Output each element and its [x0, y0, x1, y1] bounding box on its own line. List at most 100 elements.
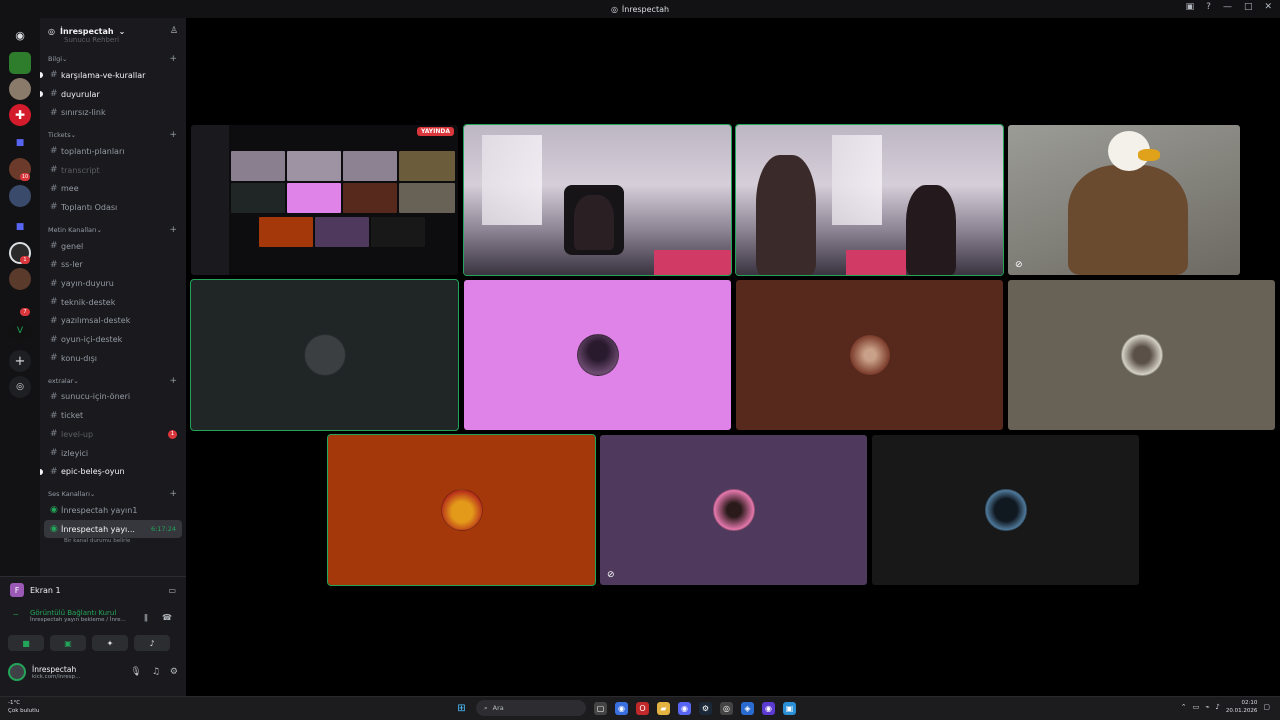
app-icon-4[interactable]: ▣ — [783, 701, 796, 715]
app-icon-3[interactable]: ◉ — [762, 701, 775, 715]
tray-icon[interactable]: ▭ — [1193, 703, 1200, 711]
notification-icon[interactable]: ▢ — [1263, 703, 1270, 711]
video-tile-webcam-1[interactable] — [463, 124, 732, 276]
channel-item[interactable]: # karşılama-ve-kurallar — [40, 66, 186, 85]
category-name: Tickets — [48, 131, 71, 140]
folder-icon[interactable]: ■ — [9, 132, 31, 154]
settings-icon[interactable]: ⚙ — [170, 667, 178, 677]
user-info[interactable]: İnrespectah kick.com/inresp... 🎙︎ ♫ ⚙ — [0, 659, 186, 685]
video-tile-webcam-2[interactable] — [735, 124, 1004, 276]
screen-share-row[interactable]: F Ekran 1 ▭ — [0, 577, 186, 603]
steam-icon[interactable]: ⚙ — [699, 701, 712, 715]
add-channel-icon[interactable]: + — [169, 54, 177, 64]
screen-share-button[interactable]: ▣ — [50, 635, 86, 651]
video-tile-duck[interactable]: ⊘ — [1008, 125, 1240, 275]
channel-item[interactable]: # sunucu-için-öneri — [40, 388, 186, 407]
add-channel-icon[interactable]: + — [169, 489, 177, 499]
server-icon-3[interactable]: ✚ — [9, 104, 31, 126]
video-tile-avatar-3[interactable] — [736, 280, 1003, 430]
add-channel-icon[interactable]: + — [169, 225, 177, 235]
channel-item[interactable]: # Toplantı Odası — [40, 198, 186, 217]
server-icon-6[interactable] — [9, 268, 31, 290]
channel-item[interactable]: # toplantı-planları — [40, 142, 186, 161]
discover-icon[interactable]: ◎ — [9, 376, 31, 398]
server-icon: ◎ — [610, 4, 618, 14]
channel-item[interactable]: # transcript — [40, 161, 186, 180]
voice-channel-item[interactable]: ◉ İnrespectah yayı... 6:17:24 — [44, 519, 182, 539]
screen-popout-icon[interactable]: ▭ — [168, 586, 176, 595]
video-tile-avatar-6[interactable]: ⊘ — [600, 435, 867, 585]
invite-icon[interactable]: ♙ — [170, 26, 178, 36]
channel-item[interactable]: # level-up 1 — [40, 425, 186, 444]
clock[interactable]: 02:10 20.01.2026 — [1226, 699, 1258, 715]
headphones-icon[interactable]: ♫ — [152, 667, 160, 677]
camera-button[interactable]: ■ — [8, 635, 44, 651]
network-icon[interactable]: ⌁ — [1205, 703, 1209, 711]
channel-status[interactable]: Bir kanal durumu belirle — [40, 538, 186, 548]
weather-widget[interactable]: -1°C Çok bulutlu — [8, 699, 39, 715]
video-tile-avatar-2[interactable] — [464, 280, 731, 430]
channel-item[interactable]: # teknik-destek — [40, 293, 186, 312]
add-channel-icon[interactable]: + — [169, 376, 177, 386]
channel-name: toplantı-planları — [61, 146, 125, 156]
channel-item[interactable]: # yazılımsal-destek — [40, 312, 186, 331]
channel-item[interactable]: # duyurular — [40, 85, 186, 104]
hash-icon: # — [50, 165, 58, 176]
username: İnrespectah — [32, 664, 77, 674]
channel-item[interactable]: # mee — [40, 179, 186, 198]
minimize-button[interactable]: — — [1223, 2, 1232, 12]
disconnect-icon[interactable]: ☎ — [162, 613, 172, 622]
folder-icon-2[interactable]: ■ — [9, 216, 31, 238]
server-icon-5[interactable] — [9, 185, 31, 207]
video-tile-avatar-4[interactable] — [1008, 280, 1275, 430]
add-server-icon[interactable]: + — [9, 350, 31, 372]
channel-item[interactable]: # genel — [40, 237, 186, 256]
start-icon[interactable]: ⊞ — [455, 702, 468, 715]
voice-channel-item[interactable]: ◉ İnrespectah yayın1 — [40, 501, 186, 520]
task-view-icon[interactable]: ▢ — [594, 701, 607, 715]
chevron-down-icon: ⌄ — [73, 376, 79, 385]
video-tile-avatar-7[interactable] — [872, 435, 1139, 585]
activities-button[interactable]: ✦ — [92, 635, 128, 651]
channel-item[interactable]: # ss-ler — [40, 256, 186, 275]
server-icon-2[interactable] — [9, 78, 31, 100]
app-icon[interactable]: ◎ — [720, 701, 733, 715]
help-icon[interactable]: ? — [1206, 2, 1211, 12]
noise-suppression-icon[interactable]: ǁ — [144, 613, 148, 622]
video-tile-avatar-5[interactable] — [327, 434, 596, 586]
folder-icon[interactable]: ▰ — [657, 701, 670, 715]
volume-icon[interactable]: ♪ — [1215, 703, 1219, 711]
close-button[interactable]: ✕ — [1264, 2, 1272, 12]
channel-item[interactable]: # sınırsız-link — [40, 103, 186, 122]
opera-icon[interactable]: O — [636, 701, 649, 715]
search-box[interactable]: ⌕ Ara — [476, 700, 586, 716]
inbox-icon[interactable]: ▣ — [1186, 2, 1195, 12]
discord-icon[interactable]: ◉ — [678, 701, 691, 715]
chevron-up-icon[interactable]: ⌃ — [1181, 703, 1187, 711]
server-icon-1[interactable] — [9, 52, 31, 74]
category-header[interactable]: Ses Kanalları ⌄ + — [40, 487, 186, 501]
app-icon-2[interactable]: ◈ — [741, 701, 754, 715]
soundboard-button[interactable]: ♪ — [134, 635, 170, 651]
channel-item[interactable]: # konu-dışı — [40, 349, 186, 368]
channel-item[interactable]: # yayın-duyuru — [40, 274, 186, 293]
channel-item[interactable]: # oyun-içi-destek — [40, 330, 186, 349]
avatar — [848, 334, 891, 376]
browser-icon[interactable]: ◉ — [615, 701, 628, 715]
connection-status[interactable]: Görüntülü Bağlantı Kurul — [10, 609, 176, 617]
channel-item[interactable]: # izleyici — [40, 444, 186, 463]
add-channel-icon[interactable]: + — [169, 130, 177, 140]
category-header[interactable]: Tickets ⌄ + — [40, 128, 186, 142]
discord-home-icon[interactable]: ◉ — [9, 24, 31, 46]
category-header[interactable]: Metin Kanalları ⌄ + — [40, 223, 186, 237]
channel-item[interactable]: # ticket — [40, 406, 186, 425]
channel-item[interactable]: # epic-beleş-oyun — [40, 462, 186, 481]
server-icon-7[interactable]: V — [9, 320, 31, 342]
video-tile-avatar-1[interactable] — [190, 279, 459, 431]
category-header[interactable]: extralar ⌄ + — [40, 374, 186, 388]
microphone-icon[interactable]: 🎙︎ — [130, 667, 141, 677]
weather-text: Çok bulutlu — [8, 708, 40, 714]
screen-share-tile[interactable]: YAYINDA — [191, 125, 458, 275]
category-header[interactable]: Bilgi ⌄ + — [40, 52, 186, 66]
maximize-button[interactable]: □ — [1244, 2, 1253, 12]
